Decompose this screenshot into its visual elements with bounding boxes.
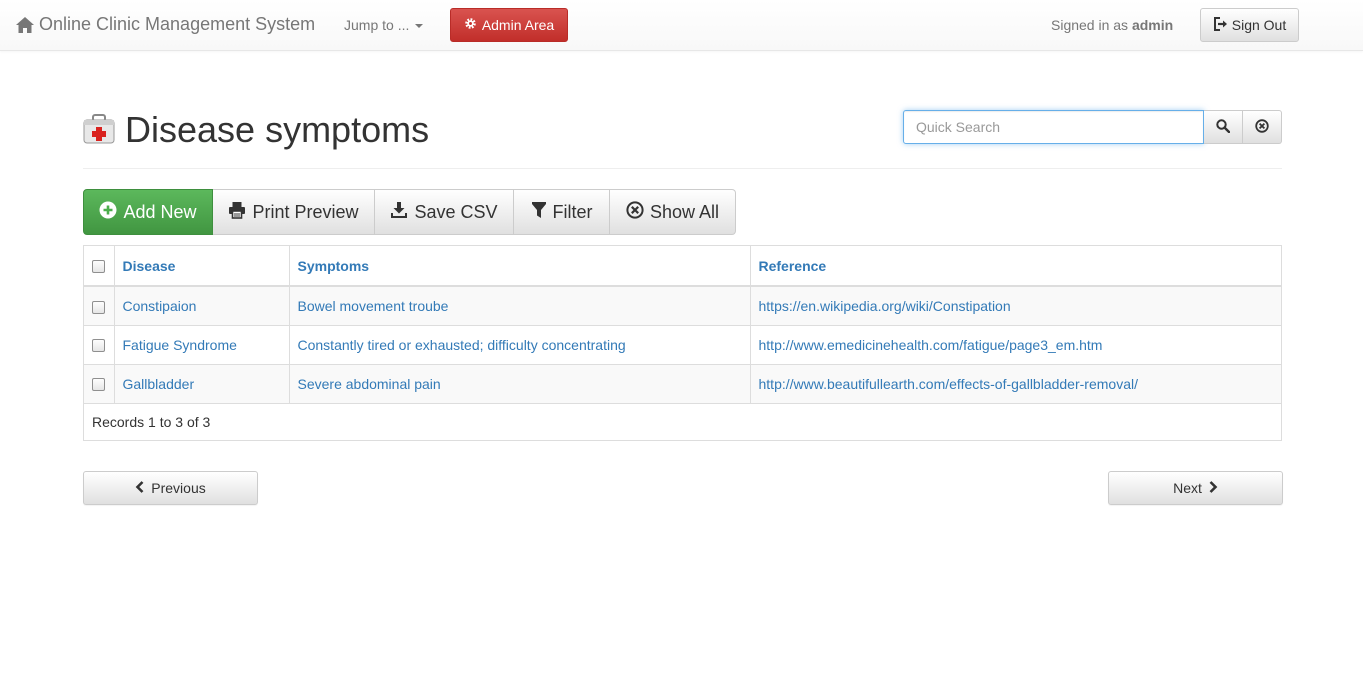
table-row: Constipaion Bowel movement troube https:… [84, 286, 1281, 326]
symptoms-link[interactable]: Bowel movement troube [298, 298, 449, 314]
row-select-cell [84, 325, 115, 365]
clear-icon [1255, 118, 1269, 136]
search-button[interactable] [1204, 110, 1243, 144]
add-new-button[interactable]: Add New [83, 189, 213, 235]
filter-label: Filter [552, 201, 593, 222]
caret-down-icon [415, 24, 424, 28]
filter-button[interactable]: Filter [514, 189, 610, 235]
first-aid-kit-icon [83, 113, 115, 147]
print-preview-label: Print Preview [252, 201, 359, 222]
previous-label: Previous [151, 480, 206, 496]
save-csv-label: Save CSV [414, 201, 498, 222]
table-row: Gallbladder Severe abdominal pain http:/… [84, 364, 1281, 404]
reference-link[interactable]: http://www.beautifullearth.com/effects-o… [759, 376, 1138, 392]
records-count: Records 1 to 3 of 3 [92, 413, 211, 430]
signed-in-prefix: Signed in as [1051, 17, 1129, 33]
plus-circle-icon [99, 201, 117, 224]
chevron-left-icon [135, 480, 145, 496]
gear-icon [464, 17, 477, 33]
next-button[interactable]: Next [1108, 471, 1283, 505]
symptoms-cell: Severe abdominal pain [289, 364, 751, 404]
select-all-cell [84, 246, 115, 287]
quick-search-input[interactable] [903, 110, 1204, 144]
filter-icon [531, 201, 547, 224]
table-row: Fatigue Syndrome Constantly tired or exh… [84, 325, 1281, 365]
reference-cell: http://www.beautifullearth.com/effects-o… [750, 364, 1281, 404]
signed-in-text: Signed in as admin [1051, 17, 1173, 33]
table-header-row: Disease Symptoms Reference [84, 246, 1281, 287]
row-checkbox[interactable] [92, 300, 106, 314]
symptoms-cell: Bowel movement troube [289, 286, 751, 326]
reference-cell: http://www.emedicinehealth.com/fatigue/p… [750, 325, 1281, 365]
brand-label: Online Clinic Management System [39, 14, 316, 34]
disease-link[interactable]: Constipaion [123, 298, 197, 314]
row-select-cell [84, 286, 115, 326]
column-header-disease: Disease [114, 246, 290, 287]
show-all-button[interactable]: Show All [610, 189, 736, 235]
sort-disease-link[interactable]: Disease [123, 258, 176, 274]
jump-to-dropdown[interactable]: Jump to ... [344, 17, 424, 33]
download-icon [390, 201, 408, 224]
brand-link[interactable]: Online Clinic Management System [15, 14, 315, 35]
quick-search-group [903, 110, 1282, 144]
disease-cell: Gallbladder [114, 364, 290, 404]
admin-area-button[interactable]: Admin Area [450, 8, 568, 42]
disease-link[interactable]: Fatigue Syndrome [123, 337, 237, 353]
symptoms-link[interactable]: Severe abdominal pain [298, 376, 441, 392]
column-header-symptoms: Symptoms [289, 246, 751, 287]
clear-search-button[interactable] [1243, 110, 1282, 144]
save-csv-button[interactable]: Save CSV [375, 189, 514, 235]
reference-link[interactable]: https://en.wikipedia.org/wiki/Constipati… [759, 298, 1011, 314]
sign-out-button[interactable]: Sign Out [1200, 8, 1299, 42]
search-icon [1216, 118, 1231, 136]
records-count-row: Records 1 to 3 of 3 [84, 404, 1281, 440]
jump-to-label: Jump to ... [344, 17, 410, 33]
toolbar: Add New Print Preview Save CSV Filter Sh… [83, 189, 736, 235]
disease-cell: Fatigue Syndrome [114, 325, 290, 365]
symptoms-cell: Constantly tired or exhausted; difficult… [289, 325, 751, 365]
reference-link[interactable]: http://www.emedicinehealth.com/fatigue/p… [759, 337, 1103, 353]
records-table-container: Disease Symptoms Reference Constipaion B… [83, 245, 1282, 441]
sign-out-label: Sign Out [1231, 17, 1287, 33]
print-icon [228, 201, 246, 224]
previous-button[interactable]: Previous [83, 471, 258, 505]
sort-reference-link[interactable]: Reference [759, 258, 827, 274]
header-divider [83, 168, 1282, 169]
reference-cell: https://en.wikipedia.org/wiki/Constipati… [750, 286, 1281, 326]
disease-link[interactable]: Gallbladder [123, 376, 195, 392]
disease-cell: Constipaion [114, 286, 290, 326]
sort-symptoms-link[interactable]: Symptoms [298, 258, 370, 274]
symptoms-link[interactable]: Constantly tired or exhausted; difficult… [298, 337, 626, 353]
log-out-icon [1213, 16, 1228, 34]
chevron-right-icon [1208, 480, 1218, 496]
records-table: Disease Symptoms Reference Constipaion B… [84, 246, 1281, 404]
row-select-cell [84, 364, 115, 404]
show-all-label: Show All [649, 201, 720, 222]
page-header: Disease symptoms [83, 108, 429, 152]
print-preview-button[interactable]: Print Preview [213, 189, 375, 235]
select-all-checkbox[interactable] [92, 260, 106, 274]
remove-circle-icon [626, 200, 644, 224]
column-header-reference: Reference [750, 246, 1281, 287]
row-checkbox[interactable] [92, 378, 106, 392]
next-label: Next [1173, 480, 1202, 496]
admin-area-label: Admin Area [481, 17, 555, 33]
add-new-label: Add New [123, 201, 197, 222]
navbar: Online Clinic Management System Jump to … [0, 0, 1363, 51]
home-icon [15, 16, 35, 34]
page-title: Disease symptoms [125, 109, 430, 150]
signed-in-user: admin [1131, 17, 1174, 33]
row-checkbox[interactable] [92, 339, 106, 353]
